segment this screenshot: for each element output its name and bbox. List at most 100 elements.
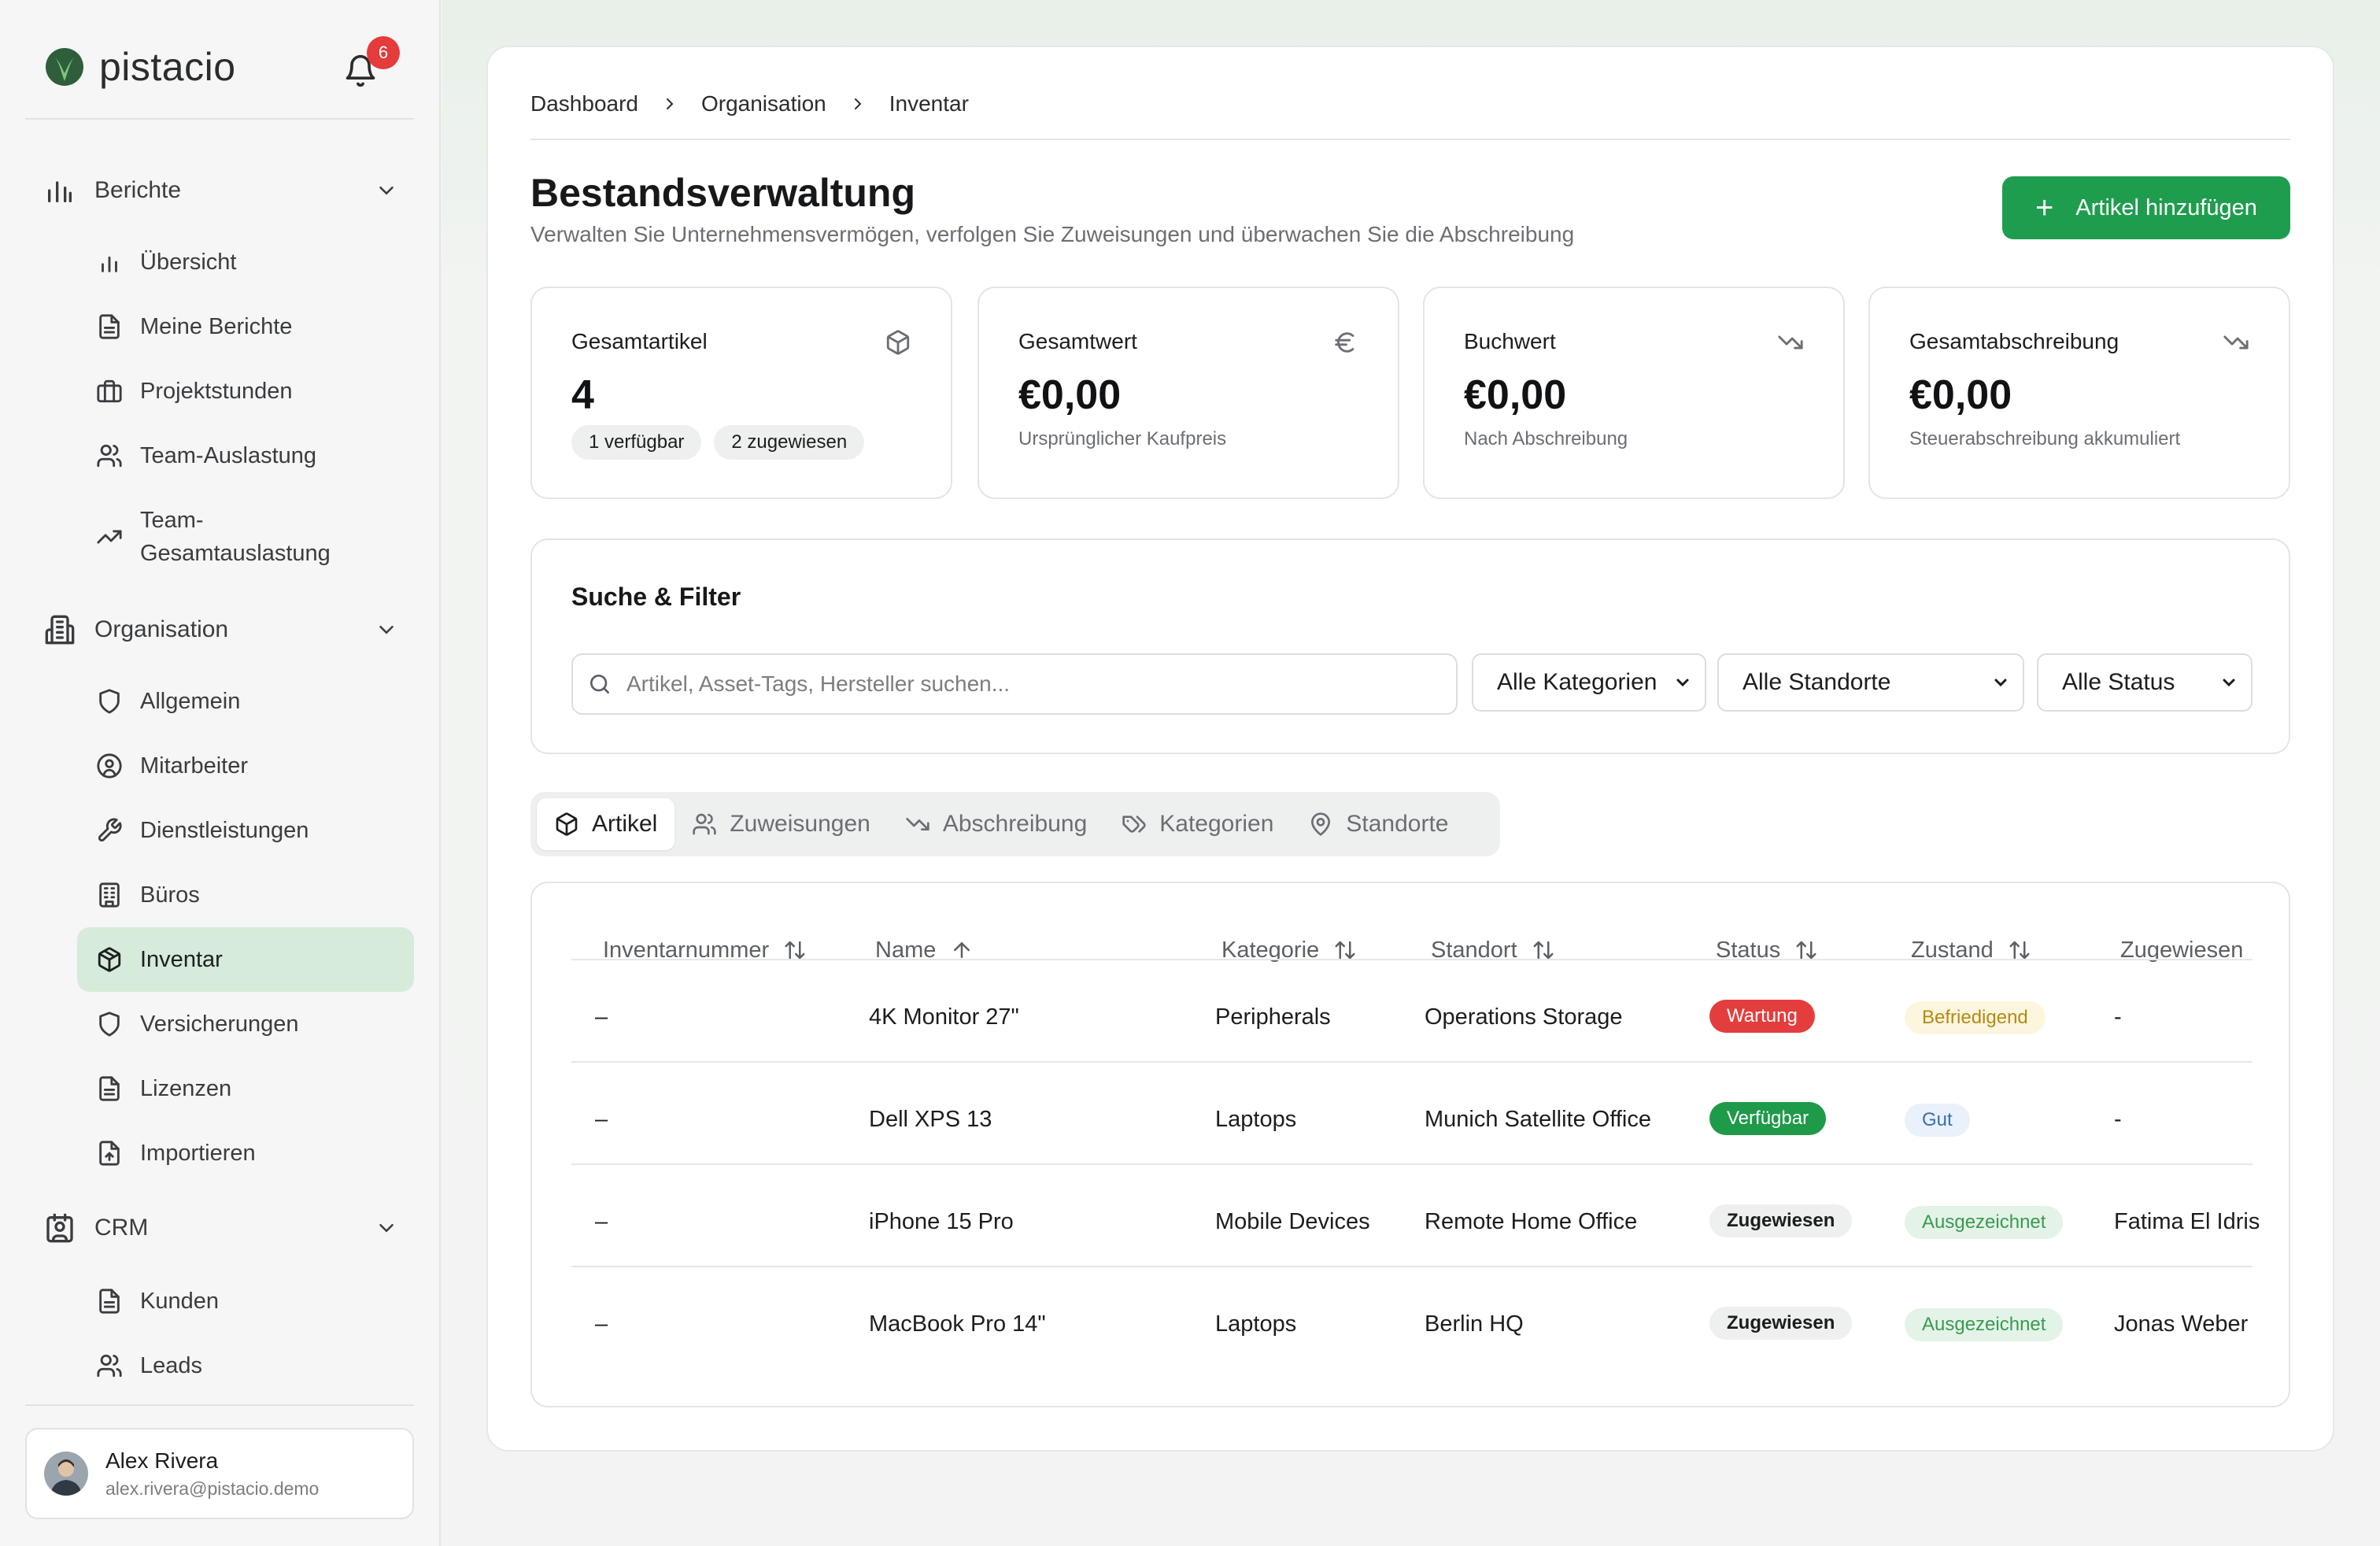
status-badge: Verfügbar bbox=[1709, 1102, 1827, 1135]
bar-chart-icon bbox=[48, 181, 72, 202]
building-icon bbox=[45, 615, 75, 645]
sidebar-item-team-auslastung[interactable]: Team-Auslastung bbox=[77, 425, 414, 486]
cell-kategorie: Mobile Devices bbox=[1215, 1209, 1370, 1234]
cell-kategorie: Laptops bbox=[1215, 1311, 1297, 1337]
search-filter-card: Suche & Filter Alle Kategorien Alle Stan… bbox=[530, 538, 2290, 754]
nav-section-label: CRM bbox=[94, 1215, 149, 1241]
cell-name[interactable]: iPhone 15 Pro bbox=[869, 1206, 1014, 1237]
nav-section-label: Organisation bbox=[94, 616, 229, 642]
row-divider bbox=[571, 1061, 2252, 1063]
nav-section-crm[interactable]: CRM bbox=[44, 1204, 398, 1252]
tab-label: Abschreibung bbox=[942, 811, 1088, 837]
office-building-icon bbox=[99, 882, 120, 908]
column-header-zustand[interactable]: Zustand bbox=[1911, 907, 2031, 993]
sidebar-item-projektstunden[interactable]: Projektstunden bbox=[77, 361, 414, 422]
add-item-button[interactable]: + Artikel hinzufügen bbox=[2002, 176, 2290, 239]
row-divider bbox=[571, 1266, 2252, 1267]
breadcrumb-dashboard[interactable]: Dashboard bbox=[530, 91, 638, 117]
shield-icon bbox=[99, 1012, 120, 1037]
nav-section-organisation[interactable]: Organisation bbox=[44, 606, 398, 653]
file-text-icon bbox=[99, 1289, 120, 1314]
page-subtitle: Verwalten Sie Unternehmensvermögen, verf… bbox=[530, 222, 1575, 246]
cell-name[interactable]: MacBook Pro 14" bbox=[869, 1308, 1046, 1340]
sidebar-item-importieren[interactable]: Importieren bbox=[77, 1123, 414, 1184]
filter-title: Suche & Filter bbox=[571, 583, 741, 611]
sidebar-item-versicherungen[interactable]: Versicherungen bbox=[77, 993, 414, 1055]
cell-name[interactable]: 4K Monitor 27" bbox=[869, 1001, 1019, 1033]
status-select[interactable]: Alle Status bbox=[2037, 653, 2252, 712]
column-header-inventarnummer[interactable]: Inventarnummer bbox=[603, 907, 807, 993]
column-header-name[interactable]: Name bbox=[875, 907, 974, 993]
search-input[interactable] bbox=[626, 671, 1414, 697]
search-field[interactable] bbox=[571, 653, 1458, 715]
tab-artikel[interactable]: Artikel bbox=[537, 798, 675, 850]
category-select-value: Alle Kategorien bbox=[1497, 669, 1658, 695]
sidebar-item-kunden[interactable]: Kunden bbox=[77, 1270, 414, 1332]
tab-bar: Artikel Zuweisungen Abschreibung Kategor… bbox=[530, 792, 1500, 856]
column-header-zugewiesen[interactable]: Zugewiesen bbox=[2120, 907, 2243, 993]
search-icon bbox=[590, 675, 609, 693]
sidebar-item-uebersicht[interactable]: Übersicht bbox=[77, 231, 414, 293]
breadcrumb-inventar: Inventar bbox=[889, 91, 969, 116]
tab-label: Artikel bbox=[592, 811, 658, 837]
tab-standorte[interactable]: Standorte bbox=[1291, 798, 1465, 850]
pill-assigned: 2 zugewiesen bbox=[714, 425, 865, 460]
trending-up-icon bbox=[97, 530, 122, 544]
sidebar-item-inventar[interactable]: Inventar bbox=[77, 927, 414, 992]
nav-section-berichte[interactable]: Berichte bbox=[44, 167, 398, 214]
location-select[interactable]: Alle Standorte bbox=[1717, 653, 2024, 712]
cell-zugewiesen: - bbox=[2114, 1004, 2122, 1030]
box-icon bbox=[98, 947, 121, 972]
category-select[interactable]: Alle Kategorien bbox=[1472, 653, 1706, 712]
user-name: Alex Rivera bbox=[105, 1448, 219, 1473]
stat-value: €0,00 bbox=[1018, 372, 1122, 418]
cell-zugewiesen: Fatima El Idris bbox=[2114, 1209, 2260, 1234]
row-divider bbox=[571, 1163, 2252, 1165]
brand-name: pistacio bbox=[99, 45, 236, 89]
sidebar-item-team-gesamtauslastung[interactable]: Team- Gesamtauslastung bbox=[77, 496, 414, 578]
cell-kategorie: Peripherals bbox=[1215, 1004, 1331, 1030]
sidebar-item-lizenzen[interactable]: Lizenzen bbox=[77, 1058, 414, 1119]
status-badge: Zugewiesen bbox=[1709, 1307, 1853, 1340]
condition-badge: Gut bbox=[1905, 1104, 1970, 1137]
sidebar-item-label: Inventar bbox=[140, 947, 223, 972]
column-header-kategorie[interactable]: Kategorie bbox=[1221, 907, 1357, 993]
tab-abschreibung[interactable]: Abschreibung bbox=[888, 798, 1104, 850]
sidebar-item-bueros[interactable]: Büros bbox=[77, 864, 414, 926]
sidebar: pistacio 6 Berichte Übersicht Meine Beri… bbox=[0, 0, 441, 1546]
chevron-down-icon bbox=[1676, 679, 1689, 687]
tab-kategorien[interactable]: Kategorien bbox=[1104, 798, 1291, 850]
column-header-status[interactable]: Status bbox=[1716, 907, 1818, 993]
sidebar-item-mitarbeiter[interactable]: Mitarbeiter bbox=[77, 735, 414, 797]
sidebar-item-label: Importieren bbox=[140, 1141, 256, 1166]
users-icon bbox=[693, 813, 717, 835]
tab-zuweisungen[interactable]: Zuweisungen bbox=[674, 798, 887, 850]
divider bbox=[25, 1404, 414, 1406]
stat-title: Buchwert bbox=[1464, 329, 1556, 353]
sidebar-item-label: Versicherungen bbox=[140, 1012, 299, 1037]
sidebar-item-allgemein[interactable]: Allgemein bbox=[77, 671, 414, 732]
breadcrumb-organisation[interactable]: Organisation bbox=[701, 91, 826, 117]
cell-name[interactable]: Dell XPS 13 bbox=[869, 1104, 992, 1135]
cell-kategorie: Laptops bbox=[1215, 1107, 1297, 1132]
status-select-value: Alle Status bbox=[2062, 669, 2175, 695]
tab-label: Kategorien bbox=[1159, 811, 1274, 837]
column-header-standort[interactable]: Standort bbox=[1431, 907, 1555, 993]
user-profile-card[interactable]: Alex Rivera alex.rivera@pistacio.demo bbox=[25, 1428, 414, 1519]
chevron-right-icon bbox=[854, 98, 862, 109]
brand[interactable]: pistacio bbox=[44, 44, 236, 90]
sidebar-item-label: Übersicht bbox=[140, 250, 237, 275]
users-icon bbox=[97, 444, 122, 468]
users-icon bbox=[97, 1354, 122, 1378]
chevron-down-icon bbox=[379, 187, 394, 195]
pill-available: 1 verfügbar bbox=[571, 425, 702, 460]
sidebar-item-label: Allgemein bbox=[140, 689, 241, 714]
sidebar-item-meine-berichte[interactable]: Meine Berichte bbox=[77, 296, 414, 357]
condition-badge: Ausgezeichnet bbox=[1905, 1206, 2064, 1239]
sidebar-item-dienstleistungen[interactable]: Dienstleistungen bbox=[77, 800, 414, 861]
divider bbox=[530, 139, 2290, 140]
bar-chart-icon bbox=[102, 256, 117, 272]
sidebar-item-leads[interactable]: Leads bbox=[77, 1335, 414, 1396]
map-pin-icon bbox=[1311, 812, 1331, 836]
stat-value: €0,00 bbox=[1909, 372, 2012, 418]
